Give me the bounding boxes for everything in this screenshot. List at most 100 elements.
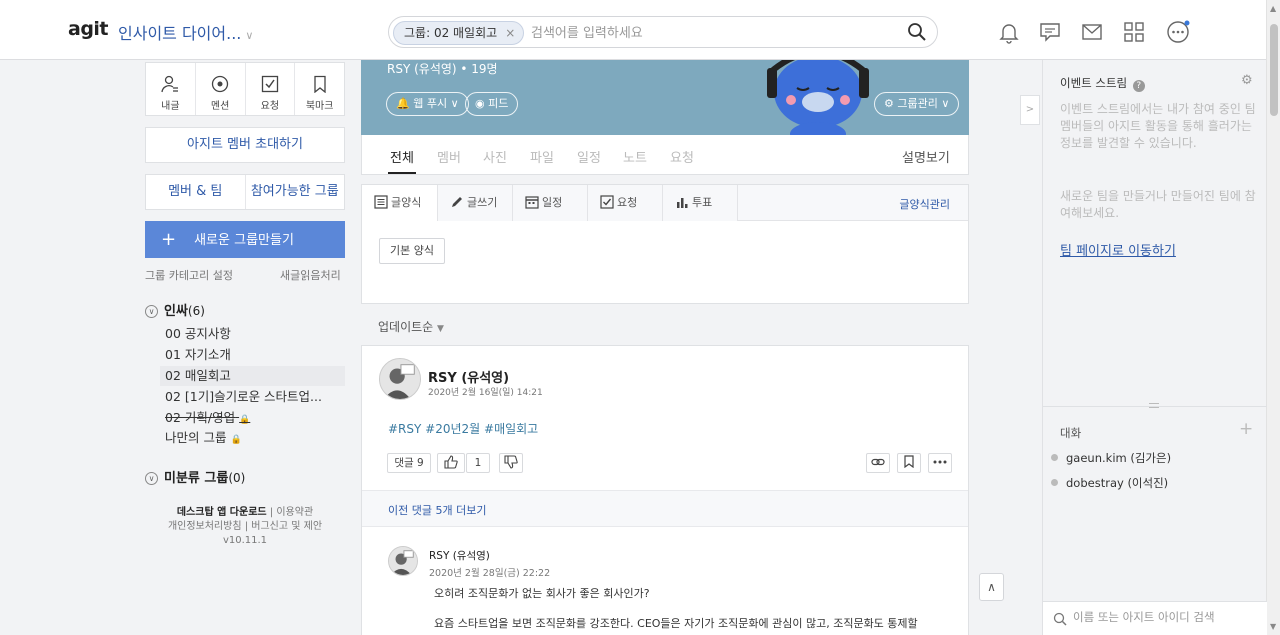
comment-author[interactable]: RSY (유석영) [429, 548, 490, 563]
team-page-link[interactable]: 팀 페이지로 이동하기 [1060, 240, 1176, 259]
sidebar-footer: 데스크탑 앱 다운로드 | 이용약관 개인정보처리방침 | 버그신고 및 제안 … [167, 507, 323, 546]
quick-mention[interactable]: 멘션 [196, 63, 246, 115]
group-nav-tabs: 전체 멤버 사진 파일 일정 노트 요청 설명보기 [361, 135, 969, 175]
form-manage-link[interactable]: 글양식관리 [899, 196, 950, 212]
collapse-icon[interactable]: ∨ [145, 305, 158, 318]
copy-link-button[interactable] [866, 453, 890, 473]
agit-logo[interactable]: agit [68, 18, 109, 40]
tab-files[interactable]: 파일 [530, 147, 554, 166]
group-item[interactable]: 02 기획/영업 🔒 [160, 408, 345, 428]
joinable-groups-tab[interactable]: 참여가능한 그룹 [246, 175, 345, 209]
org-switcher[interactable]: 인사이트 다이어... ∨ [118, 20, 253, 44]
composer-tab-label: 투표 [692, 196, 713, 209]
quick-label: 멘션 [210, 101, 230, 112]
web-push-button[interactable]: 🔔 웹 푸시 ∨ [386, 92, 469, 116]
mention-icon [211, 75, 229, 93]
tab-all[interactable]: 전체 [390, 147, 414, 166]
bell-icon: 🔔 [396, 97, 410, 110]
collapse-icon[interactable]: ∨ [145, 472, 158, 485]
chip-label: 그룹: 02 매일회고 [404, 26, 498, 40]
group-manage-label: 그룹관리 [897, 97, 938, 110]
composer-tab-write[interactable]: 글쓰기 [438, 185, 513, 221]
group-manage-button[interactable]: ⚙ 그룹관리 ∨ [874, 92, 960, 116]
mail-icon[interactable] [1080, 20, 1104, 44]
tab-requests[interactable]: 요청 [670, 147, 694, 166]
add-chat-icon[interactable]: + [1239, 419, 1253, 439]
group-label: 나만의 그룹 [165, 430, 227, 445]
composer-tab-schedule[interactable]: 일정 [513, 185, 588, 221]
composer-tab-request[interactable]: 요청 [588, 185, 663, 221]
more-comments-link[interactable]: 이전 댓글 5개 더보기 [362, 490, 968, 527]
post-more-button[interactable] [928, 453, 952, 473]
bug-report-link[interactable]: 버그신고 및 제안 [251, 521, 322, 532]
terms-link[interactable]: 이용약관 [276, 507, 313, 518]
chat-icon[interactable] [1038, 20, 1062, 44]
post-author[interactable]: RSY (유석영) [428, 367, 509, 386]
chat-search-input[interactable] [1073, 610, 1253, 624]
scrollbar-thumb[interactable] [1270, 24, 1278, 116]
group-item[interactable]: 01 자기소개 [160, 345, 345, 365]
search-icon[interactable] [907, 22, 927, 42]
composer-tab-vote[interactable]: 투표 [663, 185, 738, 221]
avatar[interactable] [388, 546, 418, 576]
search-filter-chip[interactable]: 그룹: 02 매일회고 × [393, 21, 525, 45]
org-name: 인사이트 다이어... [118, 24, 242, 43]
chat-user-item[interactable]: gaeun.kim (김가은) [1051, 450, 1171, 466]
resize-handle[interactable] [1149, 403, 1159, 408]
avatar[interactable] [379, 358, 421, 400]
like-button[interactable] [437, 453, 465, 473]
group-item[interactable]: 02 [1기]슬기로운 스타트업... [160, 387, 345, 407]
view-description-link[interactable]: 설명보기 [902, 147, 950, 166]
tab-photos[interactable]: 사진 [483, 147, 507, 166]
scroll-up-icon[interactable]: ▲ [1270, 4, 1276, 13]
like-count: 1 [466, 453, 490, 473]
post-hashtags[interactable]: #RSY #20년2월 #매일회고 [388, 420, 538, 437]
request-check-icon [261, 75, 279, 93]
category-settings-link[interactable]: 그룹 카테고리 설정 [145, 267, 233, 283]
basic-form-button[interactable]: 기본 양식 [379, 238, 445, 264]
lock-icon: 🔒 [230, 435, 242, 445]
members-teams-tab[interactable]: 멤버 & 팀 [146, 175, 246, 209]
page-scrollbar[interactable]: ▲ ▼ [1266, 0, 1280, 635]
group-label: 02 매일회고 [165, 368, 231, 383]
quick-bookmark[interactable]: 북마크 [295, 63, 344, 115]
group-label: 00 공지사항 [165, 326, 231, 341]
version-label: v10.11.1 [222, 535, 268, 546]
close-icon[interactable]: × [505, 26, 515, 40]
quick-request[interactable]: 요청 [246, 63, 296, 115]
comments-button[interactable]: 댓글 9 [387, 453, 431, 473]
scroll-to-top-button[interactable]: ∧ [979, 573, 1004, 601]
dislike-button[interactable] [499, 453, 523, 473]
search-input[interactable] [531, 23, 891, 43]
apps-grid-icon[interactable] [1122, 20, 1146, 44]
collapse-right-panel-button[interactable]: > [1020, 95, 1040, 125]
section-count: (0) [228, 471, 246, 485]
privacy-link[interactable]: 개인정보처리방침 [168, 521, 242, 532]
gear-icon[interactable]: ⚙ [1241, 73, 1253, 88]
group-item[interactable]: 나만의 그룹 🔒 [160, 428, 345, 448]
section-name: 인싸 [164, 304, 188, 319]
tab-notes[interactable]: 노트 [623, 147, 647, 166]
section-insa[interactable]: ∨ 인싸(6) [145, 300, 205, 319]
chat-user-item[interactable]: dobestray (이석진) [1051, 475, 1168, 491]
scroll-down-icon[interactable]: ▼ [1270, 622, 1276, 631]
bookmark-button[interactable] [897, 453, 921, 473]
mark-all-read-link[interactable]: 새글읽음처리 [280, 267, 341, 283]
help-icon[interactable]: ? [1132, 80, 1145, 92]
more-menu-icon[interactable] [1166, 20, 1190, 44]
my-posts-icon [161, 75, 179, 93]
feed-button[interactable]: ◉ 피드 [465, 92, 519, 116]
desktop-download-link[interactable]: 데스크탑 앱 다운로드 [177, 507, 267, 518]
tab-members[interactable]: 멤버 [437, 147, 461, 166]
quick-my-posts[interactable]: 내글 [146, 63, 196, 115]
new-group-button[interactable]: + 새로운 그룹만들기 [145, 221, 345, 258]
sort-dropdown[interactable]: 업데이트순 ▼ [378, 318, 444, 335]
group-item-active[interactable]: 02 매일회고 [160, 366, 345, 386]
chat-user-name: dobestray (이석진) [1066, 476, 1169, 490]
bell-icon[interactable] [997, 20, 1021, 44]
section-uncategorized[interactable]: ∨ 미분류 그룹(0) [145, 467, 245, 486]
group-item[interactable]: 00 공지사항 [160, 324, 345, 344]
tab-schedule[interactable]: 일정 [577, 147, 601, 166]
invite-members-button[interactable]: 아지트 멤버 초대하기 [145, 127, 345, 163]
composer-tab-forms[interactable]: 글양식 [362, 185, 438, 221]
